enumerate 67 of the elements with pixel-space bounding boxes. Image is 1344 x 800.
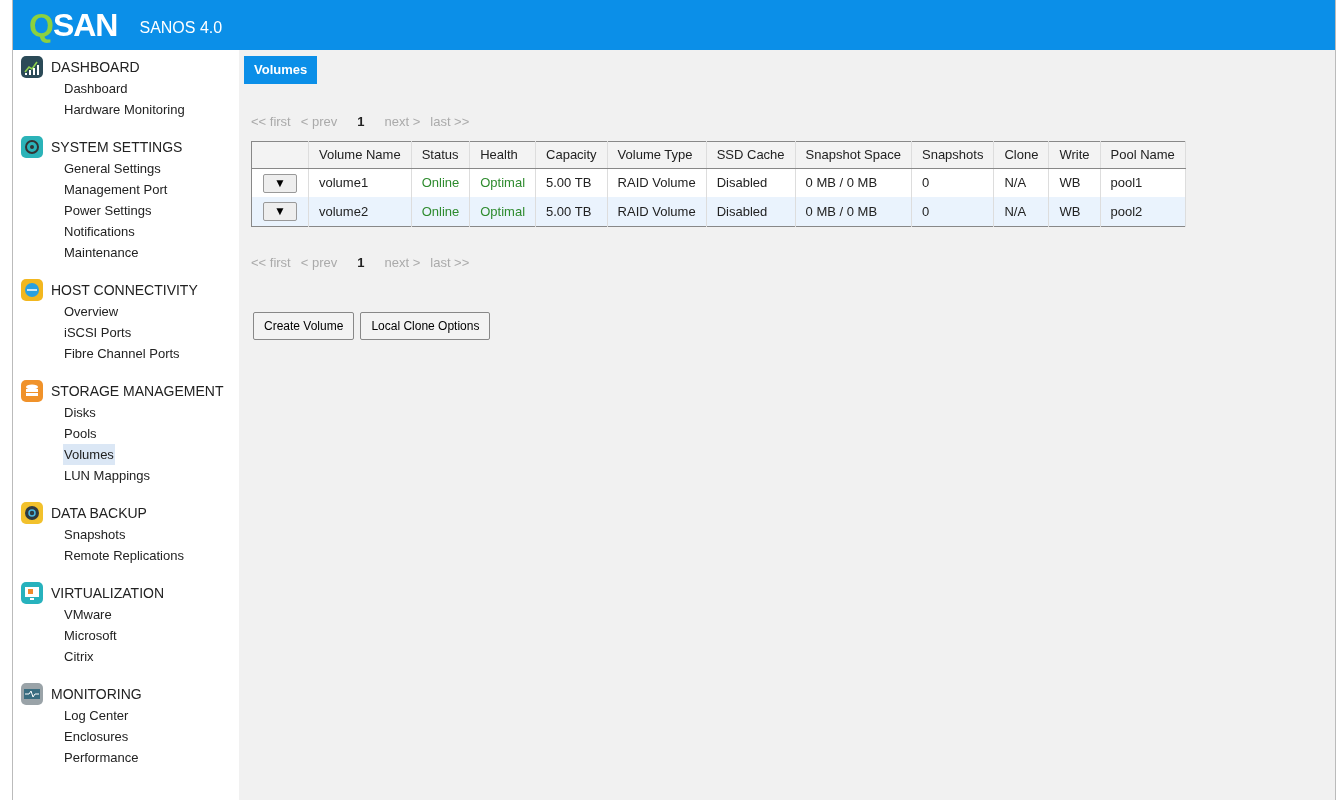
sidebar-item[interactable]: VMware	[63, 604, 113, 625]
column-header: Volume Name	[308, 141, 412, 168]
table-cell: Online	[411, 197, 470, 226]
column-header: Health	[469, 141, 536, 168]
sidebar-item[interactable]: Enclosures	[63, 726, 130, 747]
column-header: Write	[1048, 141, 1100, 168]
section-title: DASHBOARD	[51, 57, 140, 77]
column-header: Snapshots	[911, 141, 994, 168]
pager-link: << first	[251, 253, 291, 272]
action-button[interactable]: Local Clone Options	[360, 312, 491, 340]
product-name: SANOS 4.0	[139, 18, 223, 38]
column-header: SSD Cache	[706, 141, 796, 168]
table-cell: N/A	[993, 197, 1049, 226]
pager-link: next >	[384, 253, 421, 272]
dropdown-button[interactable]: ▼	[263, 202, 297, 222]
sidebar-item[interactable]: Notifications	[63, 221, 136, 242]
pager-link: last >>	[430, 253, 470, 272]
table-cell: 5.00 TB	[535, 197, 608, 226]
sidebar-item[interactable]: Citrix	[63, 646, 95, 667]
column-header: Capacity	[535, 141, 608, 168]
sidebar-item[interactable]: Remote Replications	[63, 545, 185, 566]
sidebar-item[interactable]: Dashboard	[63, 78, 129, 99]
sidebar-item[interactable]: Disks	[63, 402, 97, 423]
section-title: DATA BACKUP	[51, 503, 147, 523]
section-title: SYSTEM SETTINGS	[51, 137, 183, 157]
pager-link: last >>	[430, 112, 470, 131]
section-title: HOST CONNECTIVITY	[51, 280, 198, 300]
table-cell: 0	[911, 197, 994, 226]
sidebar-item[interactable]: Maintenance	[63, 242, 140, 263]
pager-link: next >	[384, 112, 421, 131]
current-page[interactable]: 1	[357, 252, 365, 272]
sidebar-item[interactable]: Microsoft	[63, 625, 118, 646]
sidebar-item[interactable]: Volumes	[63, 444, 115, 465]
logo: QSAN	[29, 9, 118, 41]
sidebar-item[interactable]: iSCSI Ports	[63, 322, 133, 343]
pager-link: << first	[251, 112, 291, 131]
sidebar-item[interactable]: Snapshots	[63, 524, 127, 545]
column-header: Pool Name	[1100, 141, 1186, 168]
sidebar-item[interactable]: Log Center	[63, 705, 130, 726]
table-cell: RAID Volume	[607, 197, 707, 226]
sidebar-item[interactable]: LUN Mappings	[63, 465, 151, 486]
table-cell: pool2	[1100, 197, 1186, 226]
sidebar-item[interactable]: Overview	[63, 301, 120, 322]
sidebar-item[interactable]: General Settings	[63, 158, 162, 179]
current-page[interactable]: 1	[357, 111, 365, 131]
table-cell: volume2	[308, 197, 412, 226]
action-button[interactable]: Create Volume	[253, 312, 355, 340]
sidebar-item[interactable]: Fibre Channel Ports	[63, 343, 181, 364]
pager-link: < prev	[300, 253, 338, 272]
table-cell: Optimal	[469, 197, 536, 226]
sidebar-item[interactable]: Performance	[63, 747, 140, 768]
sidebar-item[interactable]: Hardware Monitoring	[63, 99, 186, 120]
table-cell: 0 MB / 0 MB	[795, 197, 912, 226]
column-header: Volume Type	[607, 141, 707, 168]
pager-link: < prev	[300, 112, 338, 131]
sidebar-item[interactable]: Pools	[63, 423, 98, 444]
column-header: Status	[411, 141, 470, 168]
section-title: MONITORING	[51, 684, 142, 704]
section-title: STORAGE MANAGEMENT	[51, 381, 224, 401]
column-header: Clone	[993, 141, 1049, 168]
section-title: VIRTUALIZATION	[51, 583, 165, 603]
dropdown-button[interactable]: ▼	[263, 173, 297, 193]
table-cell: WB	[1048, 197, 1100, 226]
sidebar-item[interactable]: Power Settings	[63, 200, 153, 221]
table-cell: Disabled	[706, 197, 796, 226]
column-header: Snapshot Space	[795, 141, 912, 168]
sidebar-item[interactable]: Management Port	[63, 179, 169, 200]
